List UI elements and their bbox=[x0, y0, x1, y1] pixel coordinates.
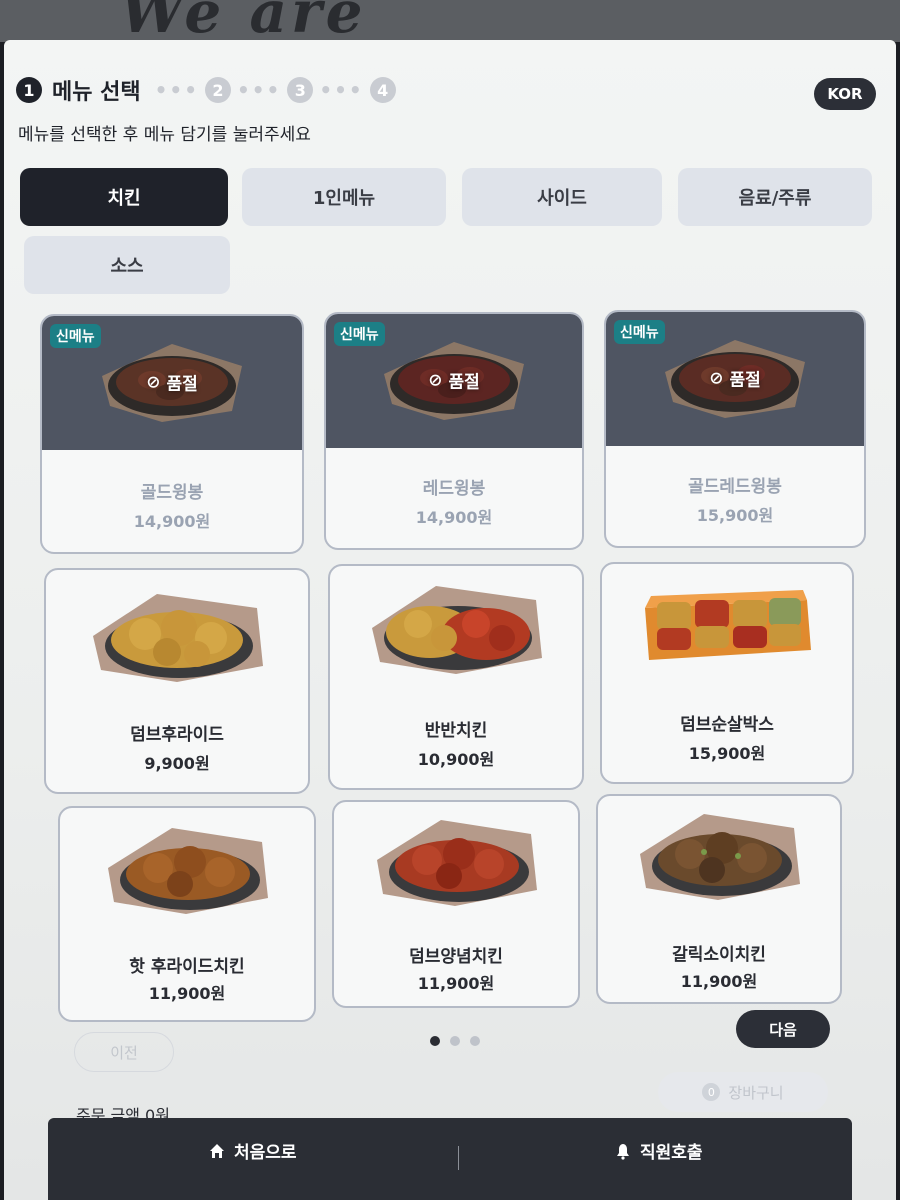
prohibited-icon: ⊘ bbox=[709, 368, 724, 388]
half-half-chicken-image bbox=[372, 586, 542, 674]
product-price: 14,900원 bbox=[415, 508, 493, 527]
yangnyeom-chicken-image bbox=[377, 820, 537, 906]
new-menu-badge: 신메뉴 bbox=[50, 324, 101, 348]
soldout-text: 품절 bbox=[166, 374, 198, 395]
product-card-hot-fried[interactable]: 핫 후라이드치킨 11,900원 bbox=[58, 806, 316, 1022]
page-indicator-dot-2 bbox=[450, 1036, 460, 1046]
product-name: 반반치킨 bbox=[424, 721, 488, 741]
bell-icon bbox=[617, 1143, 629, 1160]
product-name: 레드윙봉 bbox=[422, 479, 486, 499]
product-price: 15,900원 bbox=[688, 744, 766, 763]
instruction-text: 메뉴를 선택한 후 메뉴 담기를 눌러주세요 bbox=[18, 125, 311, 145]
cart-button[interactable]: 0 장바구니 bbox=[658, 1072, 828, 1112]
next-page-button[interactable]: 다음 bbox=[736, 1010, 830, 1048]
product-price: 10,900원 bbox=[417, 750, 495, 769]
product-price: 11,900원 bbox=[417, 974, 495, 993]
new-menu-badge: 신메뉴 bbox=[334, 322, 385, 346]
product-price: 9,900원 bbox=[144, 754, 210, 773]
home-label: 처음으로 bbox=[234, 1143, 297, 1163]
product-name: 덤브순살박스 bbox=[680, 715, 774, 735]
step-dots: ••• bbox=[236, 78, 282, 102]
step-indicator: 1 메뉴 선택 ••• 2 ••• 3 ••• 4 bbox=[16, 74, 396, 106]
product-price: 11,900원 bbox=[680, 972, 758, 991]
tab-chicken[interactable]: 치킨 bbox=[20, 168, 228, 226]
product-price: 14,900원 bbox=[133, 512, 211, 531]
tab-side[interactable]: 사이드 bbox=[462, 168, 662, 226]
boneless-box-image bbox=[645, 590, 811, 660]
step-1-number: 1 bbox=[16, 77, 42, 103]
hot-fried-chicken-image bbox=[108, 828, 268, 914]
bottom-divider bbox=[458, 1146, 459, 1170]
page-indicator-dot-1 bbox=[430, 1036, 440, 1046]
step-1-label: 메뉴 선택 bbox=[52, 80, 141, 105]
tab-sauce[interactable]: 소스 bbox=[24, 236, 230, 294]
prev-page-button[interactable]: 이전 bbox=[74, 1032, 174, 1072]
prohibited-icon: ⊘ bbox=[146, 372, 161, 392]
home-icon bbox=[210, 1143, 224, 1158]
kiosk-screen: 1 메뉴 선택 ••• 2 ••• 3 ••• 4 KOR 메뉴를 선택한 후 … bbox=[4, 40, 896, 1200]
call-staff-label: 직원호출 bbox=[640, 1143, 703, 1163]
product-name: 골드레드윙봉 bbox=[688, 477, 782, 497]
product-price: 15,900원 bbox=[696, 506, 774, 525]
prohibited-icon: ⊘ bbox=[428, 370, 443, 390]
product-card-boneless-box[interactable]: 덤브순살박스 15,900원 bbox=[600, 562, 854, 784]
bezel-sticker-decoration: We are bbox=[120, 0, 367, 42]
product-name: 덤브양념치킨 bbox=[409, 947, 503, 967]
bottom-nav-bar: 처음으로 직원호출 bbox=[48, 1118, 852, 1200]
cart-label: 장바구니 bbox=[728, 1083, 784, 1102]
product-name: 골드윙봉 bbox=[140, 483, 204, 503]
call-staff-button[interactable]: 직원호출 bbox=[614, 1138, 703, 1163]
product-name: 핫 후라이드치킨 bbox=[129, 957, 245, 977]
step-2-number: 2 bbox=[204, 77, 231, 103]
product-card-red-wingbong[interactable]: ⊘ 품절 신메뉴 레드윙봉 14,900원 bbox=[324, 312, 584, 550]
product-image-area: ⊘ 품절 신메뉴 bbox=[606, 312, 864, 446]
new-menu-badge: 신메뉴 bbox=[614, 320, 665, 344]
soldout-text: 품절 bbox=[729, 370, 761, 391]
step-4-number: 4 bbox=[369, 77, 396, 103]
step-dots: ••• bbox=[319, 78, 364, 102]
product-card-garlic-soy[interactable]: 갈릭소이치킨 11,900원 bbox=[596, 794, 842, 1004]
product-card-gold-wingbong[interactable]: ⊘ 품절 신메뉴 골드윙봉 14,900원 bbox=[40, 314, 304, 554]
tab-drinks[interactable]: 음료/주류 bbox=[678, 168, 872, 226]
soldout-indicator: ⊘ 품절 bbox=[709, 366, 761, 391]
product-name: 갈릭소이치킨 bbox=[672, 945, 766, 965]
page-indicator-dot-3 bbox=[470, 1036, 480, 1046]
kiosk-bezel: We are bbox=[0, 0, 900, 42]
cart-count-badge: 0 bbox=[702, 1083, 721, 1101]
language-button[interactable]: KOR bbox=[814, 78, 876, 110]
tab-single-menu[interactable]: 1인메뉴 bbox=[242, 168, 446, 226]
product-card-half-half[interactable]: 반반치킨 10,900원 bbox=[328, 564, 584, 790]
step-3-number: 3 bbox=[287, 77, 314, 103]
soldout-indicator: ⊘ 품절 bbox=[428, 368, 480, 393]
product-card-yangnyeom[interactable]: 덤브양념치킨 11,900원 bbox=[332, 800, 580, 1008]
home-button[interactable]: 처음으로 bbox=[208, 1138, 297, 1163]
product-card-gold-red-wingbong[interactable]: ⊘ 품절 신메뉴 골드레드윙봉 15,900원 bbox=[604, 310, 866, 548]
product-name: 덤브후라이드 bbox=[130, 725, 224, 745]
step-dots: ••• bbox=[154, 78, 199, 102]
product-image-area: ⊘ 품절 신메뉴 bbox=[42, 316, 302, 450]
product-card-dumb-fried[interactable]: 덤브후라이드 9,900원 bbox=[44, 568, 310, 794]
garlic-soy-chicken-image bbox=[640, 814, 800, 900]
soldout-text: 품절 bbox=[448, 372, 480, 393]
soldout-indicator: ⊘ 품절 bbox=[146, 370, 198, 395]
product-price: 11,900원 bbox=[148, 984, 226, 1003]
product-image-area: ⊘ 품절 신메뉴 bbox=[326, 314, 582, 448]
fried-chicken-image bbox=[93, 594, 263, 682]
